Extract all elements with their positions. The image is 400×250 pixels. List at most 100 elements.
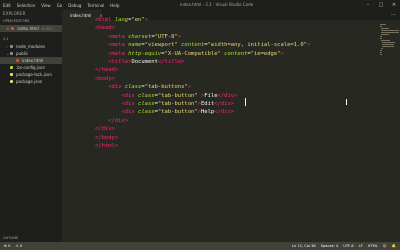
code-line: <div class="tab-button" >File</div> — [95, 92, 237, 100]
project-header[interactable]: 2.1 — [0, 36, 62, 43]
menu-terminal[interactable]: Terminal — [84, 3, 107, 8]
code-token: "tab-buttons" — [144, 84, 188, 91]
file-icon — [10, 73, 13, 76]
minimap-line — [380, 24, 386, 25]
file-icon — [10, 45, 13, 48]
code-token: "tab-button" — [157, 92, 198, 99]
code-token: <meta — [95, 50, 129, 57]
file-icon — [16, 59, 19, 62]
tab-label: index.html — [70, 12, 92, 18]
status-problems[interactable]: ⊗ 0 ⚠ 0 — [4, 242, 22, 250]
code-token: > — [187, 84, 192, 91]
cursor-position[interactable]: Ln 11, Col 38 — [292, 242, 316, 250]
file-tree: › node_modules ⌄ public index.html .bs-config… — [0, 43, 62, 85]
errors-count[interactable]: ⊗ 0 — [4, 242, 10, 250]
maximize-button[interactable]: □ — [377, 0, 385, 10]
code-token: </div> — [214, 109, 235, 116]
minimap-line — [381, 32, 400, 33]
indentation[interactable]: Spaces: 4 — [321, 242, 338, 250]
menu-debug[interactable]: Debug — [65, 3, 84, 8]
code-line: <meta http-equiv="X-UA-Compatible" conte… — [95, 50, 284, 58]
file-icon — [10, 66, 13, 69]
code-token: "ie=edge" — [250, 50, 281, 57]
code-token: <div — [95, 109, 139, 116]
code-token: lang — [114, 17, 129, 23]
code-token: content — [181, 42, 205, 49]
code-line: </body> — [95, 134, 118, 142]
code-token: charset — [128, 33, 152, 40]
outline-header[interactable]: OUTLINE — [0, 235, 18, 242]
minimap-line — [380, 38, 383, 39]
file-icon — [10, 52, 13, 55]
code-editor[interactable]: <html lang="en"> <head> <meta charset="UT… — [62, 17, 400, 242]
code-token: </div> — [95, 117, 129, 124]
code-token: > — [177, 33, 182, 40]
file-icon — [10, 80, 13, 83]
menu-view[interactable]: View — [38, 3, 54, 8]
code-token: <div — [95, 84, 125, 91]
code-token: <body> — [95, 75, 115, 82]
code-token: "tab-button" — [157, 109, 198, 116]
line-ending[interactable]: LF — [359, 242, 363, 250]
feedback-icon[interactable]: ☺ — [383, 242, 387, 250]
tree-item[interactable]: package-lock.json — [0, 71, 62, 78]
more-actions-icon[interactable]: ⋯ — [391, 10, 396, 20]
menu-go[interactable]: Go — [54, 3, 66, 8]
code-line: <meta name="viewport" content="width=any… — [95, 41, 310, 49]
menu-bar: Edit Selection View Go Debug Terminal Help — [0, 3, 122, 8]
minimap[interactable] — [376, 20, 400, 90]
code-line: <meta charset="UTF-8"> — [95, 33, 181, 41]
code-token: Help — [200, 109, 215, 116]
minimap-line — [380, 36, 383, 37]
tree-item[interactable]: .bs-config.json — [0, 64, 62, 71]
code-token: class — [124, 84, 142, 91]
code-token: > — [280, 50, 284, 57]
minimap-line — [382, 42, 395, 43]
minimap-line — [382, 44, 395, 45]
tree-item[interactable]: index.html — [0, 57, 62, 64]
code-line: <head> — [95, 24, 115, 32]
code-token: <meta — [95, 42, 129, 49]
window-title: index.html - 2.1 - Visual Studio Code — [180, 2, 254, 7]
open-editor-item[interactable]: × index.html public — [0, 25, 62, 32]
code-line: <div class="tab-buttons"> — [95, 83, 191, 91]
code-token: <div — [95, 92, 139, 99]
menu-edit[interactable]: Edit — [0, 3, 14, 8]
close-window-button[interactable]: × — [390, 0, 398, 10]
code-token: <meta — [95, 33, 129, 40]
warnings-count[interactable]: ⚠ 0 — [15, 242, 22, 250]
code-token: <title> — [95, 59, 132, 65]
tree-item[interactable]: › node_modules — [0, 43, 62, 50]
code-token: </head> — [95, 67, 119, 74]
tree-item-label: package-lock.json — [16, 72, 52, 77]
minimap-line — [380, 26, 383, 27]
language-mode[interactable]: HTML — [368, 242, 378, 250]
notifications-icon[interactable]: 🔔 — [392, 242, 396, 250]
minimap-line — [380, 52, 383, 53]
code-token: http-equiv — [128, 50, 162, 57]
minimize-button[interactable]: – — [364, 0, 372, 10]
code-token: "X-UA-Compatible" — [164, 50, 225, 57]
code-token: "viewport" — [144, 42, 182, 49]
menu-selection[interactable]: Selection — [14, 3, 38, 8]
title-bar: Edit Selection View Go Debug Terminal Help ind… — [0, 0, 400, 10]
mouse-ibeam — [346, 99, 347, 105]
code-token: </div> — [217, 92, 238, 99]
open-editors-header[interactable]: OPEN EDITORS — [0, 18, 62, 25]
code-line: </html> — [95, 142, 118, 150]
menu-help[interactable]: Help — [107, 3, 122, 8]
code-token: "tab-button" — [157, 101, 198, 107]
code-token: </body> — [95, 134, 119, 141]
tree-item[interactable]: ⌄ public — [0, 50, 62, 57]
code-line: <title>Document</title> — [95, 58, 184, 66]
code-line: <div class="tab-button">Edit</div> — [95, 100, 234, 108]
close-icon[interactable]: × — [6, 25, 9, 32]
tree-item[interactable]: package.json — [0, 78, 62, 85]
encoding[interactable]: UTF-8 — [343, 242, 353, 250]
code-token: "UTF-8" — [154, 33, 178, 40]
code-token: <head> — [95, 25, 115, 32]
code-line: </div> — [95, 125, 115, 133]
text-cursor — [245, 98, 246, 106]
code-token: class — [138, 109, 155, 116]
code-token: name — [128, 42, 142, 49]
